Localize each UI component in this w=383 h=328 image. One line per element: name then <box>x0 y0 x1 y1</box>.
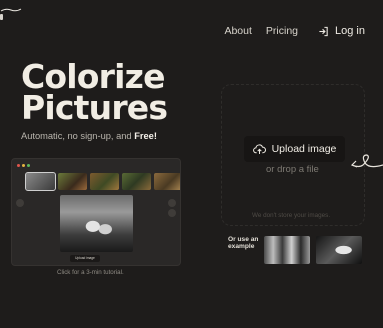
login-button[interactable]: Log in <box>318 25 365 37</box>
tutorial-preview[interactable]: Upload image <box>11 158 181 266</box>
thumbnail <box>90 173 119 190</box>
cloud-upload-icon <box>252 143 266 154</box>
nav-pricing-link[interactable]: Pricing <box>266 25 298 37</box>
underline-squiggle-icon <box>0 8 22 12</box>
login-label: Log in <box>335 25 365 37</box>
maximize-dot <box>27 164 30 167</box>
thumbnail <box>25 172 56 191</box>
thumbnail <box>58 173 87 190</box>
example-image[interactable] <box>316 236 362 264</box>
settings-icon <box>168 199 176 207</box>
example-image[interactable] <box>264 236 310 264</box>
example-label-line-2: example <box>228 243 255 250</box>
page-title: Colorize Pictures <box>21 60 168 127</box>
arrow-doodle-icon <box>350 154 383 168</box>
window-dots <box>17 164 30 167</box>
upload-button-label: Upload image <box>271 143 337 155</box>
hero-subtitle: Automatic, no sign-up, and Free! <box>21 131 157 141</box>
thumbnail <box>122 173 151 190</box>
download-icon <box>168 209 176 217</box>
top-nav: About Pricing Log in <box>224 25 365 37</box>
privacy-note: We don't store your images. <box>252 212 331 219</box>
subtitle-free: Free! <box>134 131 157 141</box>
tutorial-caption[interactable]: Click for a 3-min tutorial. <box>57 269 124 276</box>
minimize-dot <box>22 164 25 167</box>
subtitle-text: Automatic, no sign-up, and <box>21 131 135 141</box>
drop-hint: or drop a file <box>266 164 319 175</box>
preview-photo <box>60 195 133 252</box>
logo-icon[interactable] <box>0 14 3 20</box>
close-dot <box>17 164 20 167</box>
preview-thumbnails <box>25 172 180 191</box>
login-icon <box>319 26 328 36</box>
thumbnail <box>154 173 180 190</box>
example-label: Or use an example <box>228 236 258 250</box>
upload-image-button[interactable]: Upload image <box>244 136 345 162</box>
nav-about-link[interactable]: About <box>224 25 251 37</box>
title-line-2: Pictures <box>21 88 168 127</box>
back-icon <box>16 199 24 207</box>
example-label-line-1: Or use an <box>228 236 259 243</box>
mini-upload-button: Upload image <box>70 255 100 262</box>
